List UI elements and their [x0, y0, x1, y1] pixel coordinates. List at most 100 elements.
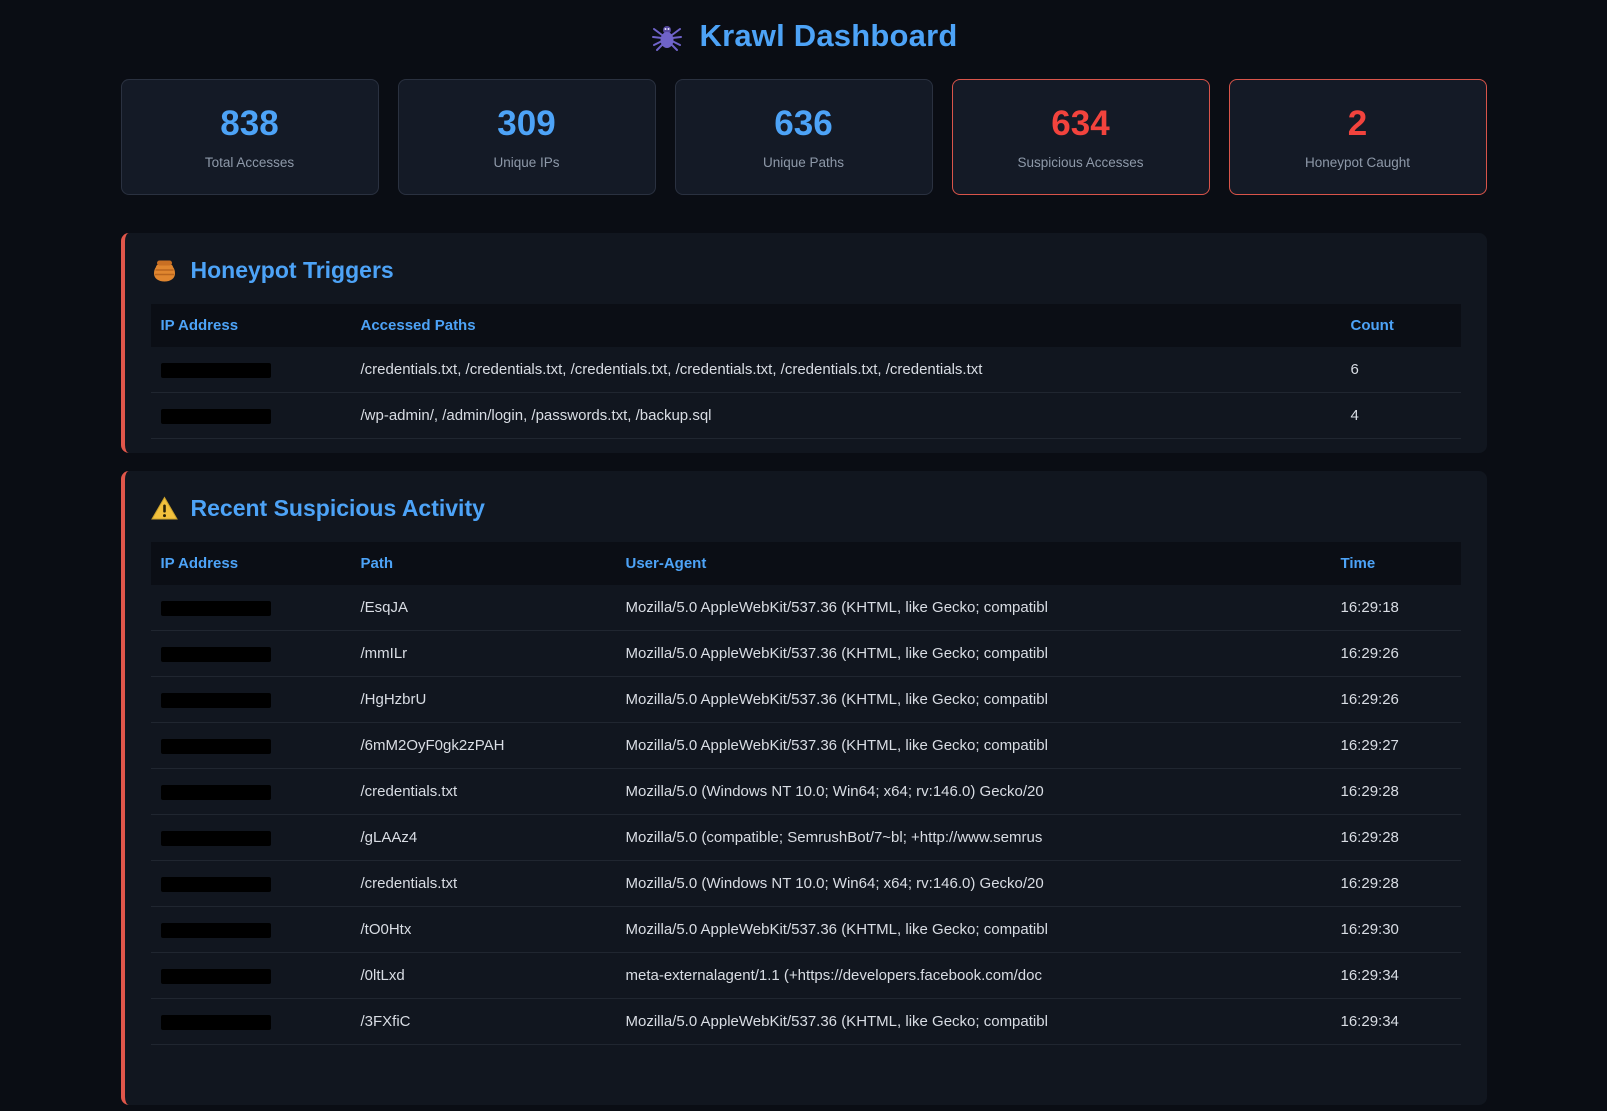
honeypot-table: IP Address Accessed Paths Count /credent… [151, 304, 1461, 439]
suspicious-row: /3FXfiCMozilla/5.0 AppleWebKit/537.36 (K… [151, 999, 1461, 1045]
page-header: Krawl Dashboard [121, 0, 1487, 56]
suspicious-row: /HgHzbrUMozilla/5.0 AppleWebKit/537.36 (… [151, 677, 1461, 723]
col-ip-address: IP Address [151, 542, 351, 585]
redacted-ip [161, 877, 271, 892]
count-cell: 4 [1341, 393, 1461, 439]
redacted-ip [161, 647, 271, 662]
stat-value: 309 [409, 106, 645, 141]
suspicious-row: /credentials.txtMozilla/5.0 (Windows NT … [151, 861, 1461, 907]
time-cell: 16:29:26 [1331, 677, 1461, 723]
honeypot-row: /wp-admin/, /admin/login, /passwords.txt… [151, 393, 1461, 439]
redacted-ip [161, 831, 271, 846]
ip-cell [151, 631, 351, 677]
redacted-ip [161, 739, 271, 754]
count-cell: 6 [1341, 347, 1461, 393]
dashboard: Krawl Dashboard 838 Total Accesses 309 Uniq… [121, 0, 1487, 1105]
stat-label: Unique IPs [409, 155, 645, 170]
suspicious-section-header: Recent Suspicious Activity [151, 495, 1461, 522]
ip-cell [151, 953, 351, 999]
path-cell: /HgHzbrU [351, 677, 616, 723]
redacted-ip [161, 923, 271, 938]
suspicious-table-header: IP Address Path User-Agent Time [151, 542, 1461, 585]
path-cell: /6mM2OyF0gk2zPAH [351, 723, 616, 769]
honeypot-section-title: Honeypot Triggers [191, 257, 394, 284]
time-cell: 16:29:28 [1331, 815, 1461, 861]
col-user-agent: User-Agent [616, 542, 1331, 585]
path-cell: /EsqJA [351, 585, 616, 631]
path-cell: /credentials.txt [351, 861, 616, 907]
warning-icon [151, 495, 178, 522]
user-agent-cell: meta-externalagent/1.1 (+https://develop… [616, 953, 1331, 999]
stat-card-total-accesses: 838 Total Accesses [121, 79, 379, 195]
stat-card-honeypot-caught: 2 Honeypot Caught [1229, 79, 1487, 195]
stat-value: 636 [686, 106, 922, 141]
suspicious-row: /0ltLxdmeta-externalagent/1.1 (+https://… [151, 953, 1461, 999]
ip-cell [151, 769, 351, 815]
honeypot-table-body: /credentials.txt, /credentials.txt, /cre… [151, 347, 1461, 439]
redacted-ip [161, 785, 271, 800]
ip-cell [151, 585, 351, 631]
redacted-ip [161, 693, 271, 708]
user-agent-cell: Mozilla/5.0 (compatible; SemrushBot/7~bl… [616, 815, 1331, 861]
stat-card-unique-paths: 636 Unique Paths [675, 79, 933, 195]
redacted-ip [161, 409, 271, 424]
stats-row: 838 Total Accesses 309 Unique IPs 636 Unique … [121, 79, 1487, 195]
stat-card-unique-ips: 309 Unique IPs [398, 79, 656, 195]
stat-value: 838 [132, 106, 368, 141]
user-agent-cell: Mozilla/5.0 (Windows NT 10.0; Win64; x64… [616, 861, 1331, 907]
user-agent-cell: Mozilla/5.0 AppleWebKit/537.36 (KHTML, l… [616, 999, 1331, 1045]
spider-icon [650, 19, 684, 53]
suspicious-row: /tO0HtxMozilla/5.0 AppleWebKit/537.36 (K… [151, 907, 1461, 953]
time-cell: 16:29:18 [1331, 585, 1461, 631]
ip-cell [151, 907, 351, 953]
time-cell: 16:29:26 [1331, 631, 1461, 677]
suspicious-section: Recent Suspicious Activity IP Address Pa… [121, 471, 1487, 1105]
suspicious-row: /gLAAz4Mozilla/5.0 (compatible; SemrushB… [151, 815, 1461, 861]
redacted-ip [161, 601, 271, 616]
suspicious-row: /EsqJAMozilla/5.0 AppleWebKit/537.36 (KH… [151, 585, 1461, 631]
col-path: Path [351, 542, 616, 585]
suspicious-row: /credentials.txtMozilla/5.0 (Windows NT … [151, 769, 1461, 815]
suspicious-row: /mmILrMozilla/5.0 AppleWebKit/537.36 (KH… [151, 631, 1461, 677]
ip-cell [151, 677, 351, 723]
honeypot-table-header: IP Address Accessed Paths Count [151, 304, 1461, 347]
col-count: Count [1341, 304, 1461, 347]
path-cell: /tO0Htx [351, 907, 616, 953]
stat-value: 634 [963, 106, 1199, 141]
col-ip-address: IP Address [151, 304, 351, 347]
path-cell: /0ltLxd [351, 953, 616, 999]
honeypot-section: Honeypot Triggers IP Address Accessed Pa… [121, 233, 1487, 453]
time-cell: 16:29:28 [1331, 861, 1461, 907]
stat-label: Suspicious Accesses [963, 155, 1199, 170]
user-agent-cell: Mozilla/5.0 AppleWebKit/537.36 (KHTML, l… [616, 677, 1331, 723]
stat-value: 2 [1240, 106, 1476, 141]
redacted-ip [161, 969, 271, 984]
user-agent-cell: Mozilla/5.0 AppleWebKit/537.36 (KHTML, l… [616, 585, 1331, 631]
suspicious-row: /6mM2OyF0gk2zPAHMozilla/5.0 AppleWebKit/… [151, 723, 1461, 769]
stat-label: Unique Paths [686, 155, 922, 170]
time-cell: 16:29:34 [1331, 999, 1461, 1045]
user-agent-cell: Mozilla/5.0 AppleWebKit/537.36 (KHTML, l… [616, 907, 1331, 953]
ip-cell [151, 999, 351, 1045]
stat-card-suspicious-accesses: 634 Suspicious Accesses [952, 79, 1210, 195]
user-agent-cell: Mozilla/5.0 AppleWebKit/537.36 (KHTML, l… [616, 723, 1331, 769]
redacted-ip [161, 1015, 271, 1030]
stat-label: Total Accesses [132, 155, 368, 170]
path-cell: /mmILr [351, 631, 616, 677]
honeypot-row: /credentials.txt, /credentials.txt, /cre… [151, 347, 1461, 393]
ip-cell [151, 347, 351, 393]
time-cell: 16:29:28 [1331, 769, 1461, 815]
suspicious-section-title: Recent Suspicious Activity [191, 495, 485, 522]
ip-cell [151, 861, 351, 907]
suspicious-table: IP Address Path User-Agent Time /EsqJAMo… [151, 542, 1461, 1045]
redacted-ip [161, 363, 271, 378]
stat-label: Honeypot Caught [1240, 155, 1476, 170]
page-title: Krawl Dashboard [700, 18, 958, 54]
time-cell: 16:29:27 [1331, 723, 1461, 769]
path-cell: /3FXfiC [351, 999, 616, 1045]
ip-cell [151, 723, 351, 769]
ip-cell [151, 393, 351, 439]
honeypot-icon [151, 257, 178, 284]
accessed-paths-cell: /credentials.txt, /credentials.txt, /cre… [351, 347, 1341, 393]
path-cell: /credentials.txt [351, 769, 616, 815]
